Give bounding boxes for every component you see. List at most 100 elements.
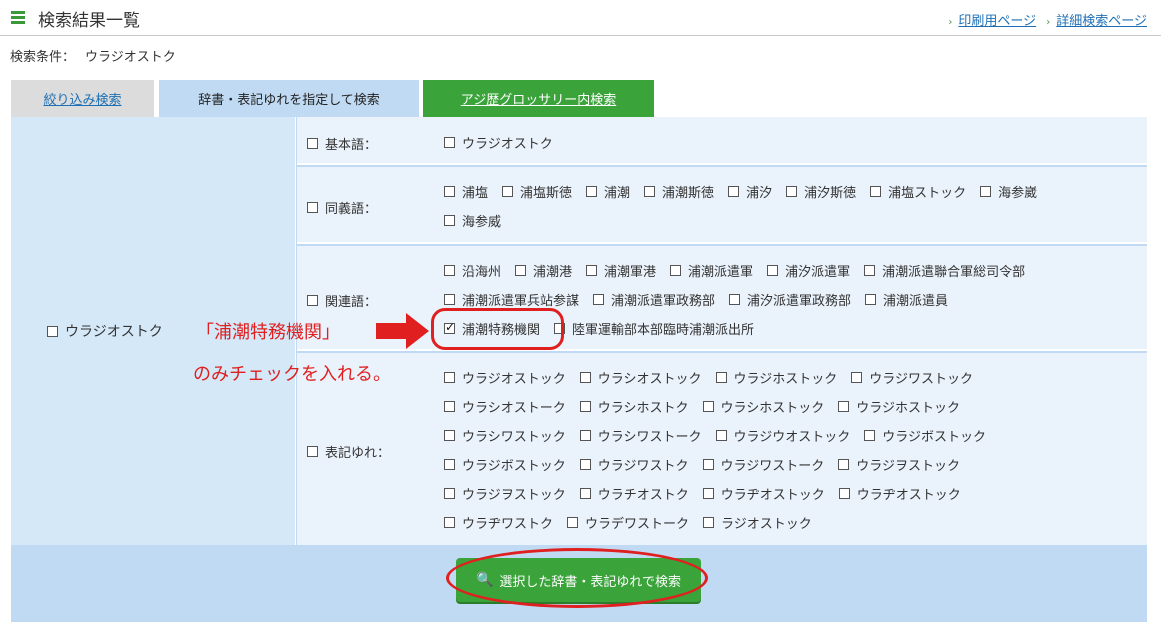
term-checkbox[interactable] [515,265,527,276]
term-checkbox[interactable] [864,430,876,441]
term-checkbox[interactable] [444,372,455,383]
term-option[interactable]: ウラジホストック [715,368,837,387]
term-option[interactable]: 浦潮派遣軍政務部 [593,290,715,309]
term-option[interactable]: ウラヂオストック [702,484,825,503]
term-option[interactable]: ウラジヲストック [444,484,566,503]
term-checkbox[interactable] [715,430,727,441]
term-option[interactable]: ウラジオストック [444,368,566,387]
synonym-checkbox[interactable] [307,202,318,213]
row-synonym-label-group[interactable]: 同義語： [307,198,377,217]
term-checkbox[interactable] [593,294,605,305]
term-checkbox[interactable] [864,265,876,276]
term-checkbox[interactable] [703,517,715,528]
term-option[interactable]: ウラジオストク [444,133,553,152]
term-checkbox[interactable] [444,459,455,470]
term-option[interactable]: 浦潮派遣軍 [670,261,753,280]
term-option[interactable]: 浦汐斯徳 [786,182,856,201]
term-option[interactable]: 浦潮港 [515,261,572,280]
term-checkbox[interactable] [702,401,714,412]
term-option[interactable]: 陸軍運輸部本部臨時浦潮派出所 [554,319,754,338]
term-option[interactable]: ウラシホストク [579,397,689,416]
word-checkbox[interactable] [47,325,58,337]
variant-checkbox[interactable] [307,446,318,457]
term-checkbox[interactable] [838,459,850,470]
term-checkbox[interactable] [702,488,714,499]
term-option[interactable]: ウラシワストック [444,426,566,445]
term-checkbox[interactable] [586,186,598,197]
term-option[interactable]: ウラヂワストク [444,513,553,532]
term-checkbox[interactable] [870,186,882,197]
term-option[interactable]: 浦潮斯徳 [644,182,714,201]
term-option[interactable]: ウラジワストク [579,455,689,474]
row-related-label-group[interactable]: 関連語： [307,291,377,310]
term-option[interactable]: ウラヂオストック [838,484,961,503]
term-checkbox[interactable] [838,401,850,412]
term-checkbox[interactable] [715,372,727,383]
term-checkbox[interactable] [444,137,455,148]
term-option[interactable]: ウラジワストック [851,368,973,387]
term-checkbox[interactable] [851,372,863,383]
term-checkbox[interactable] [786,186,798,197]
tab-dictionary-search[interactable]: 辞書・表記ゆれを指定して検索 [159,80,419,117]
term-option[interactable]: ウラシオストック [579,368,702,387]
term-checkbox[interactable] [444,294,455,305]
term-checkbox[interactable] [444,265,455,276]
menu-icon[interactable] [11,11,25,24]
term-option[interactable]: 浦塩ストック [870,182,966,201]
term-checkbox[interactable] [444,401,455,412]
print-page-link[interactable]: 印刷用ページ [958,14,1036,29]
term-checkbox[interactable] [579,401,591,412]
term-checkbox[interactable] [444,186,455,197]
term-option[interactable]: 海参崴 [980,182,1037,201]
term-option[interactable]: ウラジボストック [864,426,986,445]
term-option[interactable]: 沿海州 [444,261,501,280]
term-option[interactable]: 浦潮派遣聯合軍総司令部 [864,261,1025,280]
term-checkbox[interactable] [865,294,877,305]
term-checkbox[interactable] [838,488,850,499]
row-basic-label-group[interactable]: 基本語： [307,134,377,153]
term-option[interactable]: 海参威 [444,211,501,230]
term-checkbox[interactable] [502,186,514,197]
term-option[interactable]: 浦汐 [728,182,772,201]
term-checkbox[interactable] [567,517,579,528]
row-variant-label-group[interactable]: 表記ゆれ： [307,442,390,461]
advanced-search-link[interactable]: 詳細検索ページ [1056,14,1147,29]
term-checkbox[interactable] [586,265,598,276]
basic-checkbox[interactable] [307,138,318,149]
term-checkbox[interactable] [728,186,740,197]
term-checkbox[interactable] [444,488,455,499]
term-option[interactable]: 浦潮派遣員 [865,290,948,309]
term-checkbox[interactable] [670,265,682,276]
term-checkbox[interactable] [579,488,591,499]
term-option[interactable]: 浦潮軍港 [586,261,656,280]
term-option[interactable]: ウラジホストック [838,397,960,416]
term-checkbox[interactable] [767,265,779,276]
term-option[interactable]: ウラシホストック [702,397,824,416]
term-option[interactable]: ウラデワストーク [567,513,689,532]
term-option[interactable]: ラジオストック [703,513,812,532]
term-option[interactable]: ウラジボストック [444,455,566,474]
term-option[interactable]: ウラジヲストック [838,455,960,474]
term-checkbox[interactable] [444,215,455,226]
term-checkbox[interactable] [702,459,714,470]
term-option[interactable]: 浦塩斯徳 [502,182,572,201]
term-option[interactable]: 浦塩 [444,182,488,201]
term-checkbox[interactable] [444,517,455,528]
term-option[interactable]: ウラチオストク [579,484,689,503]
term-option[interactable]: 浦潮 [586,182,630,201]
term-option[interactable]: ウラジワストーク [702,455,824,474]
term-checkbox[interactable] [579,430,591,441]
term-checkbox[interactable] [579,459,591,470]
term-option[interactable]: ウラシワストーク [579,426,702,445]
term-option[interactable]: 浦汐派遣軍 [767,261,850,280]
term-checkbox[interactable] [729,294,741,305]
term-option[interactable]: 浦汐派遣軍政務部 [729,290,851,309]
term-checkbox[interactable] [444,430,455,441]
tab-narrow-search[interactable]: 絞り込み検索 [11,80,154,117]
tab-glossary-search[interactable]: アジ歴グロッサリー内検索 [423,80,654,117]
related-checkbox[interactable] [307,295,318,306]
term-checkbox[interactable] [644,186,656,197]
term-checkbox[interactable] [980,186,992,197]
term-option[interactable]: ウラシオストーク [444,397,566,416]
term-checkbox[interactable] [579,372,591,383]
